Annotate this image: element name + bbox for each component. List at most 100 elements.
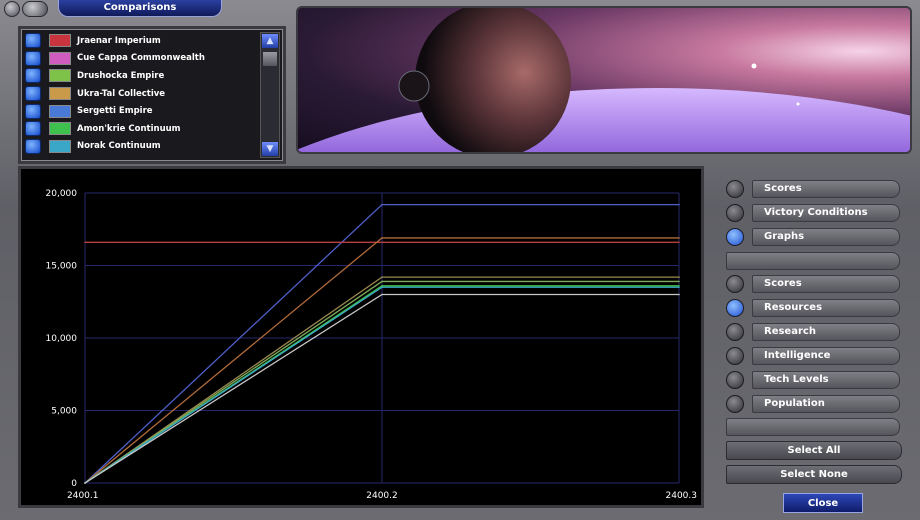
graph-intelligence-button[interactable]: Intelligence [724, 346, 902, 366]
empire-toggle[interactable] [25, 86, 41, 102]
spacer-bar [726, 418, 900, 436]
planet-scene [298, 8, 910, 152]
resources-line-chart: 0 5,000 10,000 15,000 20,000 2400.1 2400.2 2400… [46, 189, 698, 501]
system-menu-icon[interactable] [4, 1, 20, 17]
empire-row[interactable]: Sergetti Empire [25, 102, 253, 120]
empire-name: Cue Cappa Commonwealth [77, 53, 205, 64]
y-tick-label: 20,000 [46, 189, 78, 199]
minimize-icon[interactable] [22, 1, 48, 17]
empire-toggle[interactable] [25, 103, 41, 119]
scroll-down-icon[interactable]: ▼ [262, 142, 278, 156]
empire-toggle[interactable] [25, 138, 41, 154]
series-point [381, 285, 383, 287]
series-point [678, 237, 680, 239]
planet-view-image [296, 6, 912, 154]
graph-tech-levels-button[interactable]: Tech Levels [724, 370, 902, 390]
category-victory-conditions-button[interactable]: Victory Conditions [724, 203, 902, 223]
empire-name: Jraenar Imperium [77, 35, 161, 46]
series-point [381, 203, 383, 206]
button-label: Research [764, 326, 816, 337]
radio-indicator-icon[interactable] [726, 347, 744, 365]
series-point [84, 482, 86, 484]
radio-indicator-icon[interactable] [726, 275, 744, 293]
series-point [381, 237, 383, 239]
series-point [678, 203, 680, 206]
empire-row[interactable]: Amon'krie Continuum [25, 120, 253, 138]
empire-toggle[interactable] [25, 50, 41, 66]
series-point [381, 241, 383, 244]
radio-indicator-icon[interactable] [726, 371, 744, 389]
empire-emblem-drushocka-icon [49, 69, 71, 83]
radio-indicator-icon[interactable] [726, 395, 744, 413]
graph-panel: 0 5,000 10,000 15,000 20,000 2400.1 2400.2 2400… [18, 166, 704, 508]
series-point [678, 285, 680, 287]
empire-name: Sergetti Empire [77, 106, 153, 117]
moon-small [398, 70, 430, 102]
category-scores-button[interactable]: Scores [724, 179, 902, 199]
series-point [678, 280, 680, 283]
empire-name: Drushocka Empire [77, 70, 165, 81]
series-point [381, 276, 383, 278]
select-none-button[interactable]: Select None [726, 465, 902, 484]
empire-list-scrollbar[interactable]: ▲ ▼ [260, 32, 280, 158]
x-tick-label: 2400.2 [366, 491, 398, 501]
y-tick-label: 0 [71, 479, 77, 489]
series-point [678, 286, 680, 289]
spacer-bar [726, 252, 900, 270]
empire-emblem-jraenar-icon [49, 34, 71, 48]
empire-toggle[interactable] [25, 68, 41, 84]
x-tick-label: 2400.3 [666, 491, 698, 501]
radio-indicator-icon[interactable] [726, 180, 744, 198]
empire-list-panel: Jraenar Imperium Cue Cappa Commonwealth Dr… [18, 26, 286, 164]
button-label: Population [764, 398, 825, 409]
series-point [678, 276, 680, 278]
series-point [678, 293, 680, 296]
radio-indicator-icon[interactable] [726, 299, 744, 317]
empire-name: Ukra-Tal Collective [77, 88, 166, 99]
y-tick-label: 10,000 [46, 334, 78, 344]
graph-scores-button[interactable]: Scores [724, 274, 902, 294]
series-point [381, 293, 383, 296]
empire-name: Amon'krie Continuum [77, 123, 181, 134]
empire-emblem-ukra-tal-icon [49, 87, 71, 101]
radio-indicator-icon[interactable] [726, 323, 744, 341]
star-bright [751, 63, 757, 69]
button-label: Resources [764, 302, 823, 313]
button-label: Graphs [764, 231, 805, 242]
empire-toggle[interactable] [25, 121, 41, 137]
graph-research-button[interactable]: Research [724, 322, 902, 342]
series-point [381, 280, 383, 283]
series-point [381, 286, 383, 289]
empire-row[interactable]: Cue Cappa Commonwealth [25, 50, 253, 68]
button-label: Scores [764, 278, 802, 289]
empire-row[interactable]: Jraenar Imperium [25, 32, 253, 50]
x-tick-label: 2400.1 [67, 491, 99, 501]
star-dim [796, 102, 800, 106]
select-all-button[interactable]: Select All [726, 441, 902, 460]
y-tick-label: 5,000 [51, 407, 77, 417]
empire-row[interactable]: Ukra-Tal Collective [25, 85, 253, 103]
series-point [84, 241, 86, 244]
graph-resources-button[interactable]: Resources [724, 298, 902, 318]
horizon-planet [298, 88, 910, 152]
moon-large [415, 8, 571, 152]
radio-indicator-icon[interactable] [726, 228, 744, 246]
empire-list: Jraenar Imperium Cue Cappa Commonwealth Dr… [25, 32, 253, 155]
window-title: Comparisons [58, 0, 222, 17]
empire-row[interactable]: Norak Continuum [25, 138, 253, 156]
empire-toggle[interactable] [25, 33, 41, 49]
graph-population-button[interactable]: Population [724, 394, 902, 414]
series-point [678, 241, 680, 244]
button-label: Scores [764, 183, 802, 194]
scroll-thumb[interactable] [262, 51, 278, 67]
radio-indicator-icon[interactable] [726, 204, 744, 222]
button-label: Victory Conditions [764, 207, 868, 218]
empire-row[interactable]: Drushocka Empire [25, 67, 253, 85]
button-label: Intelligence [764, 350, 831, 361]
scroll-up-icon[interactable]: ▲ [262, 34, 278, 48]
button-label: Tech Levels [764, 374, 829, 385]
empire-emblem-cue-cappa-icon [49, 51, 71, 65]
empire-emblem-norak-icon [49, 139, 71, 153]
category-graphs-button[interactable]: Graphs [724, 227, 902, 247]
close-button[interactable]: Close [783, 493, 863, 513]
